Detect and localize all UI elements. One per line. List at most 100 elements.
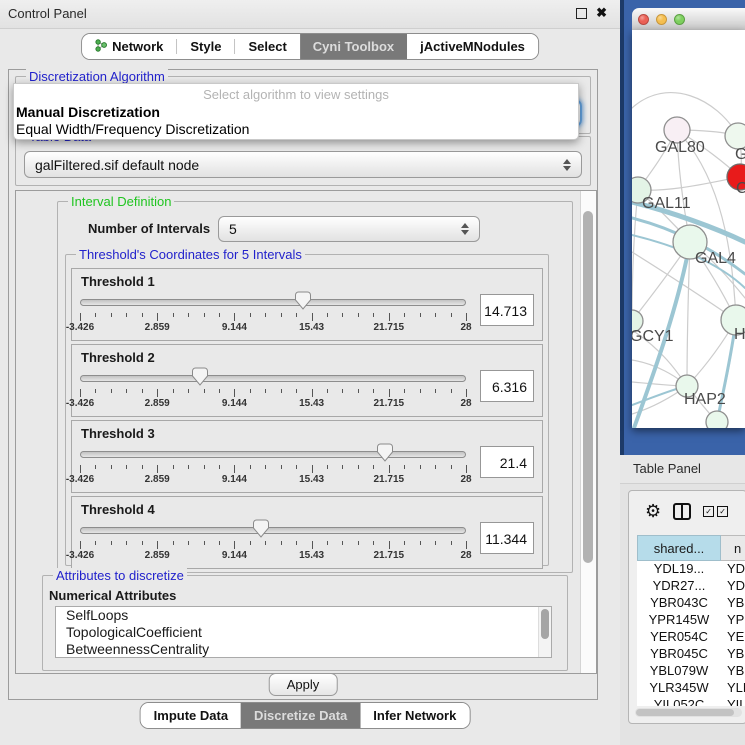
tab-label: Cyni Toolbox: [313, 39, 394, 54]
tab-infer-network[interactable]: Infer Network: [360, 703, 469, 728]
network-canvas[interactable]: GAL80GACGAL11GAL4GCY1HHAP2: [632, 30, 745, 428]
number-of-intervals-combobox[interactable]: 5: [218, 216, 480, 242]
vertical-scrollbar-thumb[interactable]: [583, 211, 593, 563]
tick-label: 21.715: [374, 550, 405, 561]
tick-mark: [188, 313, 189, 317]
slider-ticks: [80, 541, 466, 549]
tab-select[interactable]: Select: [235, 34, 299, 59]
table-row[interactable]: YIL052CYIL0: [637, 697, 745, 706]
tick-mark: [157, 389, 158, 397]
slider-track[interactable]: [80, 451, 466, 458]
tab-label: Select: [248, 39, 286, 54]
tick-mark: [327, 313, 328, 317]
table-row[interactable]: YDR27...YDR2: [637, 578, 745, 595]
slider-ticks: [80, 389, 466, 397]
threshold-slider[interactable]: -3.4262.8599.14415.4321.71528: [80, 441, 466, 487]
tick-mark: [95, 313, 96, 317]
tab-network[interactable]: Network: [82, 34, 176, 59]
network-edge: [638, 177, 740, 190]
tab-discretize-data[interactable]: Discretize Data: [241, 703, 360, 728]
tab-style[interactable]: Style: [177, 34, 234, 59]
threshold-slider[interactable]: -3.4262.8599.14415.4321.71528: [80, 517, 466, 563]
threshold-slider[interactable]: -3.4262.8599.14415.4321.71528: [80, 365, 466, 411]
table-row[interactable]: YBR045CYBR0: [637, 646, 745, 663]
threshold-value-field[interactable]: 14.713: [480, 294, 534, 326]
vertical-scrollbar[interactable]: [580, 191, 596, 673]
close-icon[interactable]: ✖: [596, 5, 607, 21]
tick-mark: [126, 313, 127, 317]
table-row[interactable]: YDL19...YDL1: [637, 561, 745, 578]
network-window-titlebar[interactable]: [632, 8, 745, 30]
float-window-icon[interactable]: [576, 8, 587, 19]
select-columns-icon[interactable]: ✓✓: [703, 506, 728, 517]
slider-thumb[interactable]: [294, 291, 311, 310]
table-data-combobox[interactable]: galFiltered.sif default node: [24, 151, 582, 178]
slider-track[interactable]: [80, 299, 466, 306]
tick-mark: [234, 541, 235, 549]
threshold-value-field[interactable]: 21.4: [480, 446, 534, 478]
interval-definition-group: Interval Definition Number of Intervals …: [57, 201, 573, 573]
tick-mark: [296, 465, 297, 469]
tick-label: 15.43: [299, 474, 324, 485]
attribute-item-betweennesscentrality[interactable]: BetweennessCentrality: [56, 641, 551, 658]
table-panel: ⚙ ✓✓ shared... n YDL19...YDL1YDR27...YDR…: [628, 490, 745, 724]
zoom-traffic-light-icon[interactable]: [674, 14, 685, 25]
tick-mark: [126, 541, 127, 545]
tab-cyni-toolbox[interactable]: Cyni Toolbox: [300, 34, 407, 59]
table-row[interactable]: YBR043CYBR0: [637, 595, 745, 612]
apply-button[interactable]: Apply: [269, 673, 338, 696]
gear-icon[interactable]: ⚙: [645, 502, 661, 520]
split-columns-icon[interactable]: [673, 503, 691, 520]
table-cell: YBR045C: [637, 646, 721, 663]
settings-scroll-area: Interval Definition Number of Intervals …: [15, 190, 597, 674]
network-node[interactable]: [706, 411, 728, 428]
minimize-traffic-light-icon[interactable]: [656, 14, 667, 25]
tick-mark: [142, 389, 143, 393]
tab-label: Style: [190, 39, 221, 54]
table-row[interactable]: YBL079WYBL0: [637, 663, 745, 680]
tab-jactivemnodules[interactable]: jActiveMNodules: [407, 34, 538, 59]
popup-item-equal-width-frequency[interactable]: Equal Width/Frequency Discretization: [16, 121, 249, 137]
threshold-panel: Threshold 4 -3.4262.8599.14415.4321.7152…: [71, 496, 543, 569]
threshold-value-field[interactable]: 6.316: [480, 370, 534, 402]
table-cell: YDL19...: [637, 561, 721, 578]
tick-mark: [358, 389, 359, 393]
slider-thumb[interactable]: [376, 443, 393, 462]
tick-mark: [312, 389, 313, 397]
slider-track[interactable]: [80, 527, 466, 534]
table-cell: YER0: [721, 629, 745, 646]
column-header-name[interactable]: n: [721, 535, 745, 561]
table-panel-title: Table Panel: [633, 461, 701, 476]
attribute-item-topologicalcoefficient[interactable]: TopologicalCoefficient: [56, 624, 551, 641]
tick-mark: [451, 541, 452, 545]
table-row[interactable]: YLR345WYLR3: [637, 680, 745, 697]
threshold-slider[interactable]: -3.4262.8599.14415.4321.71528: [80, 289, 466, 335]
tick-mark: [111, 313, 112, 317]
tab-label: Infer Network: [373, 708, 456, 723]
list-scrollbar[interactable]: [538, 607, 551, 657]
tick-mark: [466, 465, 467, 473]
close-traffic-light-icon[interactable]: [638, 14, 649, 25]
list-scrollbar-thumb[interactable]: [541, 609, 549, 639]
attribute-item-selfloops[interactable]: SelfLoops: [56, 607, 551, 624]
slider-track[interactable]: [80, 375, 466, 382]
threshold-label: Threshold 1: [81, 274, 155, 289]
tick-mark: [312, 465, 313, 473]
tab-impute-data[interactable]: Impute Data: [141, 703, 241, 728]
tick-mark: [234, 389, 235, 397]
table-cell: YDR2: [721, 578, 745, 595]
threshold-value-field[interactable]: 11.344: [480, 522, 534, 554]
slider-tick-labels: -3.4262.8599.14415.4321.71528: [80, 550, 466, 561]
popup-placeholder-item: Select algorithm to view settings: [14, 87, 578, 102]
slider-thumb[interactable]: [191, 367, 208, 386]
table-row[interactable]: YER054CYER0: [637, 629, 745, 646]
popup-item-manual-discretization[interactable]: Manual Discretization: [16, 104, 160, 120]
horizontal-scrollbar[interactable]: [635, 708, 742, 717]
horizontal-scrollbar-thumb[interactable]: [636, 709, 734, 716]
column-header-shared-name[interactable]: shared...: [637, 535, 721, 561]
table-row[interactable]: YPR145WYPR1: [637, 612, 745, 629]
tick-mark: [188, 465, 189, 469]
numerical-attributes-list[interactable]: SelfLoopsTopologicalCoefficientBetweenne…: [55, 606, 552, 658]
node-label: GAL4: [695, 250, 736, 267]
slider-thumb[interactable]: [253, 519, 270, 538]
